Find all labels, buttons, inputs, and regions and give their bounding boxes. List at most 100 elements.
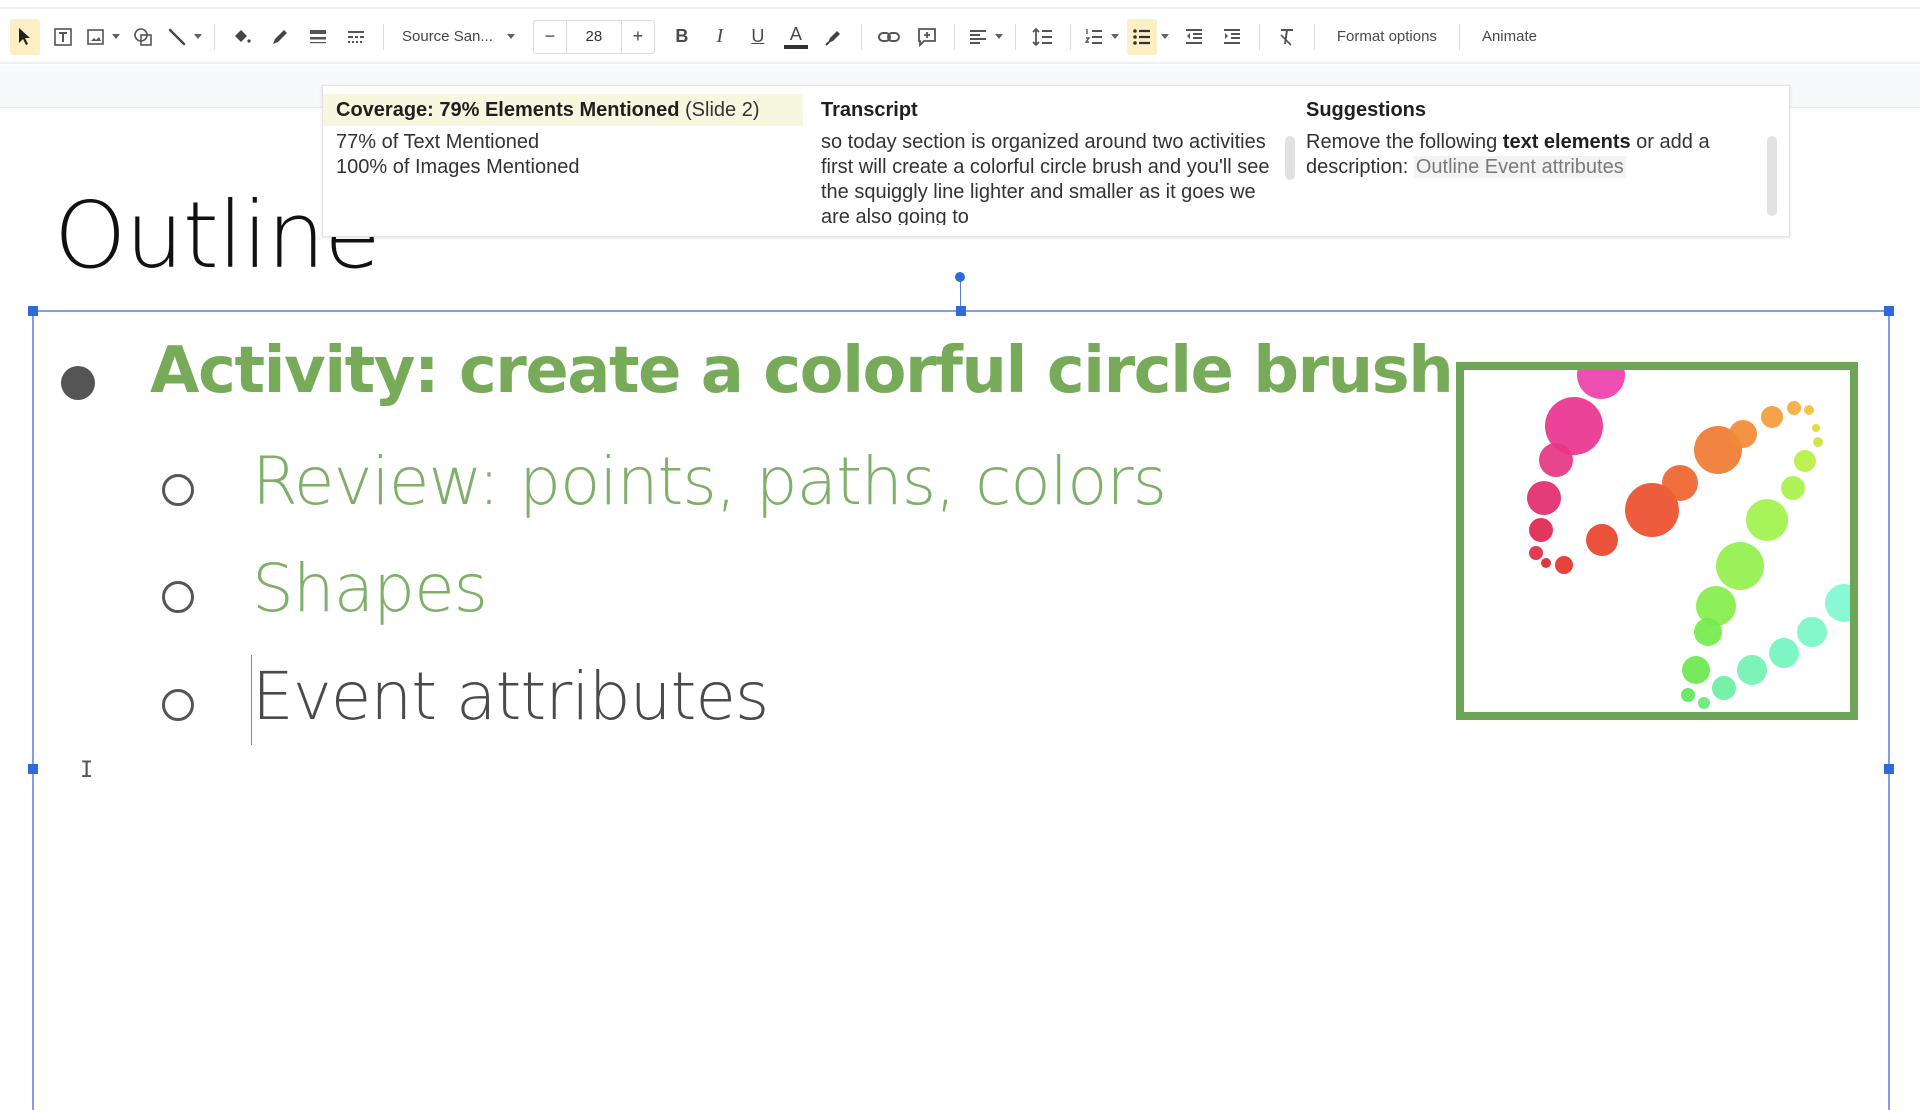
image-icon: [87, 28, 104, 45]
link-icon: [877, 31, 900, 42]
chevron-down-icon: [1110, 34, 1119, 39]
text-coverage: 77% of Text Mentioned: [336, 131, 540, 153]
brush-dot: [1787, 401, 1801, 415]
brush-dot: [1769, 638, 1799, 668]
circle-brush-artwork: [1527, 370, 1850, 709]
coverage-heading: Coverage: 79% Elements Mentioned (Slide …: [323, 94, 803, 126]
transcript-scrollbar[interactable]: [1285, 136, 1295, 180]
bold-button[interactable]: B: [667, 19, 697, 55]
bulleted-list-dropdown-icon[interactable]: [1160, 34, 1169, 39]
resize-handle-middle-left[interactable]: [28, 764, 38, 774]
brush-dot: [1794, 450, 1816, 472]
animate-button[interactable]: Animate: [1472, 19, 1547, 55]
brush-dot: [1737, 655, 1767, 685]
coverage-slide-label: (Slide 2): [685, 99, 760, 121]
font-family-value: Source San...: [402, 28, 493, 45]
underline-button[interactable]: U: [743, 19, 773, 55]
coverage-column: Coverage: 79% Elements Mentioned (Slide …: [323, 94, 803, 180]
align-button[interactable]: [967, 19, 1003, 55]
chevron-down-icon: [112, 34, 120, 39]
brush-dot: [1825, 584, 1850, 622]
numbered-list-button[interactable]: [1083, 19, 1119, 55]
line-spacing-button[interactable]: [1028, 19, 1058, 55]
font-family-select[interactable]: Source San...: [392, 19, 525, 55]
fill-color-button[interactable]: [227, 19, 257, 55]
formatting-toolbar: Source San... − 28 + B I U A Format opti…: [0, 11, 1920, 64]
bullet-hollow-icon: [162, 581, 194, 613]
sub-bullet-item[interactable]: Review: points, paths, colors: [252, 443, 1167, 520]
highlight-color-button[interactable]: [819, 19, 849, 55]
text-color-button[interactable]: A: [781, 19, 811, 55]
bullet-headline[interactable]: Activity: create a colorful circle brush: [150, 334, 1454, 408]
text-color-icon: A: [789, 23, 802, 44]
chevron-down-icon: [506, 34, 515, 39]
transcript-text[interactable]: so today section is organized around two…: [821, 130, 1271, 225]
border-color-button[interactable]: [265, 19, 295, 55]
highlighter-icon: [825, 30, 840, 46]
toolbar-divider: [860, 23, 862, 50]
brush-dot: [1812, 424, 1820, 432]
toolbar-divider: [214, 23, 215, 50]
resize-handle-top-right[interactable]: [1884, 306, 1894, 316]
increase-font-size-button[interactable]: +: [622, 21, 654, 53]
transcript-heading: Transcript: [821, 99, 918, 121]
resize-handle-top-left[interactable]: [28, 306, 38, 316]
suggestion-elements-list[interactable]: Outline Event attributes: [1413, 156, 1626, 178]
text-box-icon: [54, 27, 72, 46]
text-color-swatch: [783, 44, 808, 49]
circle-brush-image[interactable]: [1456, 362, 1858, 720]
paint-bucket-icon: [235, 29, 251, 43]
brush-dot: [1781, 476, 1805, 500]
decrease-indent-button[interactable]: [1179, 19, 1209, 55]
border-dash-button[interactable]: [341, 19, 371, 55]
brush-dot: [1813, 437, 1823, 447]
toolbar-divider: [953, 23, 955, 50]
coverage-details: 77% of Text Mentioned 100% of Images Men…: [323, 130, 803, 180]
suggestion-prefix: Remove the following: [1306, 131, 1503, 153]
rotate-handle[interactable]: [955, 272, 965, 282]
brush-dot: [1529, 546, 1543, 560]
brush-dot: [1529, 518, 1553, 542]
italic-button[interactable]: I: [705, 19, 735, 55]
increase-indent-button[interactable]: [1217, 19, 1247, 55]
brush-dot: [1541, 558, 1551, 568]
clear-formatting-icon: [1280, 28, 1293, 46]
bullet-hollow-icon: [162, 689, 194, 721]
font-size-input[interactable]: 28: [565, 20, 622, 53]
line-icon: [168, 28, 186, 45]
shape-tool-button[interactable]: [128, 19, 158, 55]
coverage-summary: Coverage: 79% Elements Mentioned: [336, 99, 680, 121]
resize-handle-middle-right[interactable]: [1884, 764, 1894, 774]
bulleted-list-button[interactable]: [1126, 18, 1157, 55]
bulleted-list-icon: [1133, 28, 1150, 45]
line-tool-button[interactable]: [166, 19, 202, 55]
clear-formatting-button[interactable]: [1272, 19, 1302, 55]
text-box-tool-button[interactable]: [48, 19, 78, 55]
border-weight-button[interactable]: [303, 19, 333, 55]
toolbar-divider: [1014, 23, 1016, 50]
select-tool-button[interactable]: [10, 18, 40, 55]
image-tool-button[interactable]: [86, 19, 120, 55]
brush-dot: [1662, 465, 1698, 501]
brush-dot: [1729, 420, 1757, 448]
suggestions-scrollbar[interactable]: [1767, 136, 1777, 216]
sub-bullet-item[interactable]: Shapes: [252, 550, 488, 627]
brush-dot: [1804, 405, 1814, 415]
suggestions-column: Suggestions Remove the following text el…: [1306, 94, 1756, 180]
toolbar-divider: [1258, 23, 1260, 50]
format-options-button[interactable]: Format options: [1327, 19, 1447, 55]
line-weight-icon: [310, 29, 326, 43]
decrease-font-size-button[interactable]: −: [534, 21, 566, 53]
bullet-filled-icon: [61, 366, 95, 400]
indent-increase-icon: [1223, 28, 1240, 44]
bullet-hollow-icon: [162, 474, 194, 506]
sub-bullet-item[interactable]: Event attributes: [252, 658, 769, 735]
insert-comment-button[interactable]: [912, 19, 942, 55]
brush-dot: [1761, 406, 1783, 428]
brush-dot: [1746, 499, 1788, 541]
resize-handle-top-center[interactable]: [956, 306, 966, 316]
brush-dot: [1694, 618, 1722, 646]
ibeam-cursor-icon: I: [80, 758, 94, 783]
insert-link-button[interactable]: [874, 19, 904, 55]
toolbar-divider: [1069, 23, 1071, 50]
